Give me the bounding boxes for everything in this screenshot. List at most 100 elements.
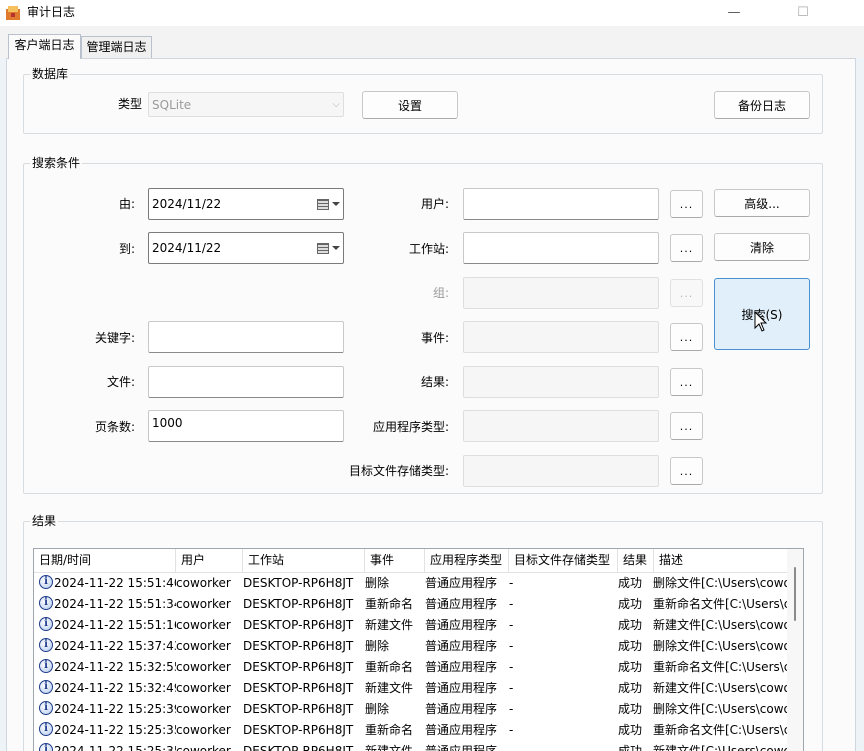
info-icon: i xyxy=(39,617,53,631)
cell-target-storage: - xyxy=(509,702,514,716)
cell-app-type: 普通应用程序 xyxy=(425,702,498,716)
keyword-input[interactable] xyxy=(148,321,344,353)
event-label: 事件: xyxy=(420,331,449,345)
from-date-picker[interactable]: 2024/11/22 xyxy=(148,188,344,220)
cell-datetime: 2024-11-22 15:25:35 xyxy=(54,723,176,737)
page-size-input[interactable]: 1000 xyxy=(148,410,344,442)
column-header-target-storage[interactable]: 目标文件存储类型 xyxy=(509,549,618,573)
event-input[interactable] xyxy=(463,321,659,353)
cell-workstation: DESKTOP-RP6H8JT xyxy=(243,639,354,653)
app-type-label: 应用程序类型: xyxy=(372,420,449,434)
column-header-event[interactable]: 事件 xyxy=(365,549,425,573)
group-browse-button[interactable]: ... xyxy=(670,279,703,307)
cell-workstation: DESKTOP-RP6H8JT xyxy=(243,723,354,737)
minimize-button[interactable]: — xyxy=(711,0,757,26)
table-row[interactable]: i 2024-11-22 15:51:16 coworker DESKTOP-RP6H… xyxy=(34,615,789,636)
cell-target-storage: - xyxy=(509,597,514,611)
column-header-result[interactable]: 结果 xyxy=(618,549,654,573)
calendar-icon[interactable] xyxy=(317,242,340,254)
table-row[interactable]: i 2024-11-22 15:32:55 coworker DESKTOP-RP6H… xyxy=(34,657,789,678)
cell-event: 新建文件 xyxy=(365,744,414,751)
info-icon: i xyxy=(39,659,53,673)
workstation-browse-button[interactable]: ... xyxy=(670,234,703,262)
info-icon: i xyxy=(39,638,53,652)
workstation-input[interactable] xyxy=(463,232,659,264)
table-row[interactable]: i 2024-11-22 15:37:43 coworker DESKTOP-RP6H… xyxy=(34,636,789,657)
results-list[interactable]: 日期/时间 用户 工作站 事件 应用程序类型 目标文件存储类型 结果 描述 i2… xyxy=(33,548,804,751)
db-type-select[interactable]: SQLite ⌵ xyxy=(148,92,344,117)
info-icon: i xyxy=(39,743,53,751)
cell-user: coworker xyxy=(176,639,231,653)
clear-button[interactable]: 清除 xyxy=(714,233,810,261)
table-row[interactable]: i 2024-11-22 15:25:35 coworker DESKTOP-RP6H… xyxy=(34,741,789,751)
result-browse-button[interactable]: ... xyxy=(670,368,703,396)
search-group xyxy=(23,163,823,494)
column-header-workstation[interactable]: 工作站 xyxy=(243,549,365,573)
cell-app-type: 普通应用程序 xyxy=(425,597,498,611)
target-storage-input[interactable] xyxy=(463,455,659,487)
column-header-datetime[interactable]: 日期/时间 xyxy=(34,549,176,573)
cell-event: 删除 xyxy=(365,576,390,590)
cell-target-storage: - xyxy=(509,576,514,590)
vertical-scrollbar[interactable] xyxy=(787,549,803,751)
cell-description: 重新命名文件[C:\Users\c xyxy=(653,660,789,674)
window-title: 审计日志 xyxy=(27,5,76,19)
cell-description: 新建文件[C:\Users\cowo xyxy=(653,618,789,632)
table-row[interactable]: i 2024-11-22 15:25:39 coworker DESKTOP-RP6H… xyxy=(34,699,789,720)
calendar-icon[interactable] xyxy=(317,198,340,210)
cell-event: 重新命名 xyxy=(365,597,414,611)
column-header-app-type[interactable]: 应用程序类型 xyxy=(425,549,509,573)
db-type-label: 类型 xyxy=(117,97,142,111)
user-browse-button[interactable]: ... xyxy=(670,190,703,218)
result-input[interactable] xyxy=(463,366,659,398)
table-row[interactable]: i 2024-11-22 15:51:40 coworker DESKTOP-RP6H… xyxy=(34,573,789,594)
table-row[interactable]: i 2024-11-22 15:32:49 coworker DESKTOP-RP6H… xyxy=(34,678,789,699)
cell-datetime: 2024-11-22 15:25:35 xyxy=(54,744,176,751)
app-type-browse-button[interactable]: ... xyxy=(670,412,703,440)
table-row[interactable]: i 2024-11-22 15:51:34 coworker DESKTOP-RP6H… xyxy=(34,594,789,615)
cell-workstation: DESKTOP-RP6H8JT xyxy=(243,681,354,695)
to-date-picker[interactable]: 2024/11/22 xyxy=(148,232,344,264)
chevron-down-icon: ⌵ xyxy=(332,99,340,110)
group-input[interactable] xyxy=(463,277,659,309)
maximize-button[interactable]: ☐ xyxy=(780,0,826,26)
user-input[interactable] xyxy=(463,188,659,220)
group-label: 组: xyxy=(432,286,449,300)
settings-button[interactable]: 设置 xyxy=(362,91,458,119)
column-header-description[interactable]: 描述 xyxy=(654,549,789,573)
cell-result: 成功 xyxy=(618,681,643,695)
file-input[interactable] xyxy=(148,366,344,398)
target-storage-label: 目标文件存储类型: xyxy=(348,464,449,478)
user-label: 用户: xyxy=(420,197,449,211)
cell-description: 删除文件[C:\Users\cowo xyxy=(653,702,789,716)
cell-datetime: 2024-11-22 15:51:40 xyxy=(54,576,176,590)
cell-result: 成功 xyxy=(618,702,643,716)
cell-datetime: 2024-11-22 15:32:49 xyxy=(54,681,176,695)
tab-admin-log[interactable]: 管理端日志 xyxy=(81,36,152,58)
backup-log-button[interactable]: 备份日志 xyxy=(714,91,810,119)
info-icon: i xyxy=(39,680,53,694)
cell-result: 成功 xyxy=(618,744,643,751)
table-row[interactable]: i 2024-11-22 15:25:35 coworker DESKTOP-RP6H… xyxy=(34,720,789,741)
db-type-value: SQLite xyxy=(152,97,192,112)
advanced-button[interactable]: 高级... xyxy=(714,189,810,217)
event-browse-button[interactable]: ... xyxy=(670,323,703,351)
cell-app-type: 普通应用程序 xyxy=(425,576,498,590)
cell-event: 新建文件 xyxy=(365,681,414,695)
cell-target-storage: - xyxy=(509,639,514,653)
tab-client-log[interactable]: 客户端日志 xyxy=(8,34,81,59)
info-icon: i xyxy=(39,722,53,736)
cell-workstation: DESKTOP-RP6H8JT xyxy=(243,702,354,716)
target-storage-browse-button[interactable]: ... xyxy=(670,457,703,485)
column-header-user[interactable]: 用户 xyxy=(176,549,243,573)
cell-user: coworker xyxy=(176,702,231,716)
cell-app-type: 普通应用程序 xyxy=(425,681,498,695)
info-icon: i xyxy=(39,596,53,610)
cell-user: coworker xyxy=(176,744,231,751)
cell-workstation: DESKTOP-RP6H8JT xyxy=(243,597,354,611)
cell-target-storage: - xyxy=(509,681,514,695)
scrollbar-thumb[interactable] xyxy=(794,567,796,621)
file-label: 文件: xyxy=(106,375,135,389)
cell-description: 新建文件[C:\Users\cowo xyxy=(653,744,789,751)
app-type-input[interactable] xyxy=(463,410,659,442)
